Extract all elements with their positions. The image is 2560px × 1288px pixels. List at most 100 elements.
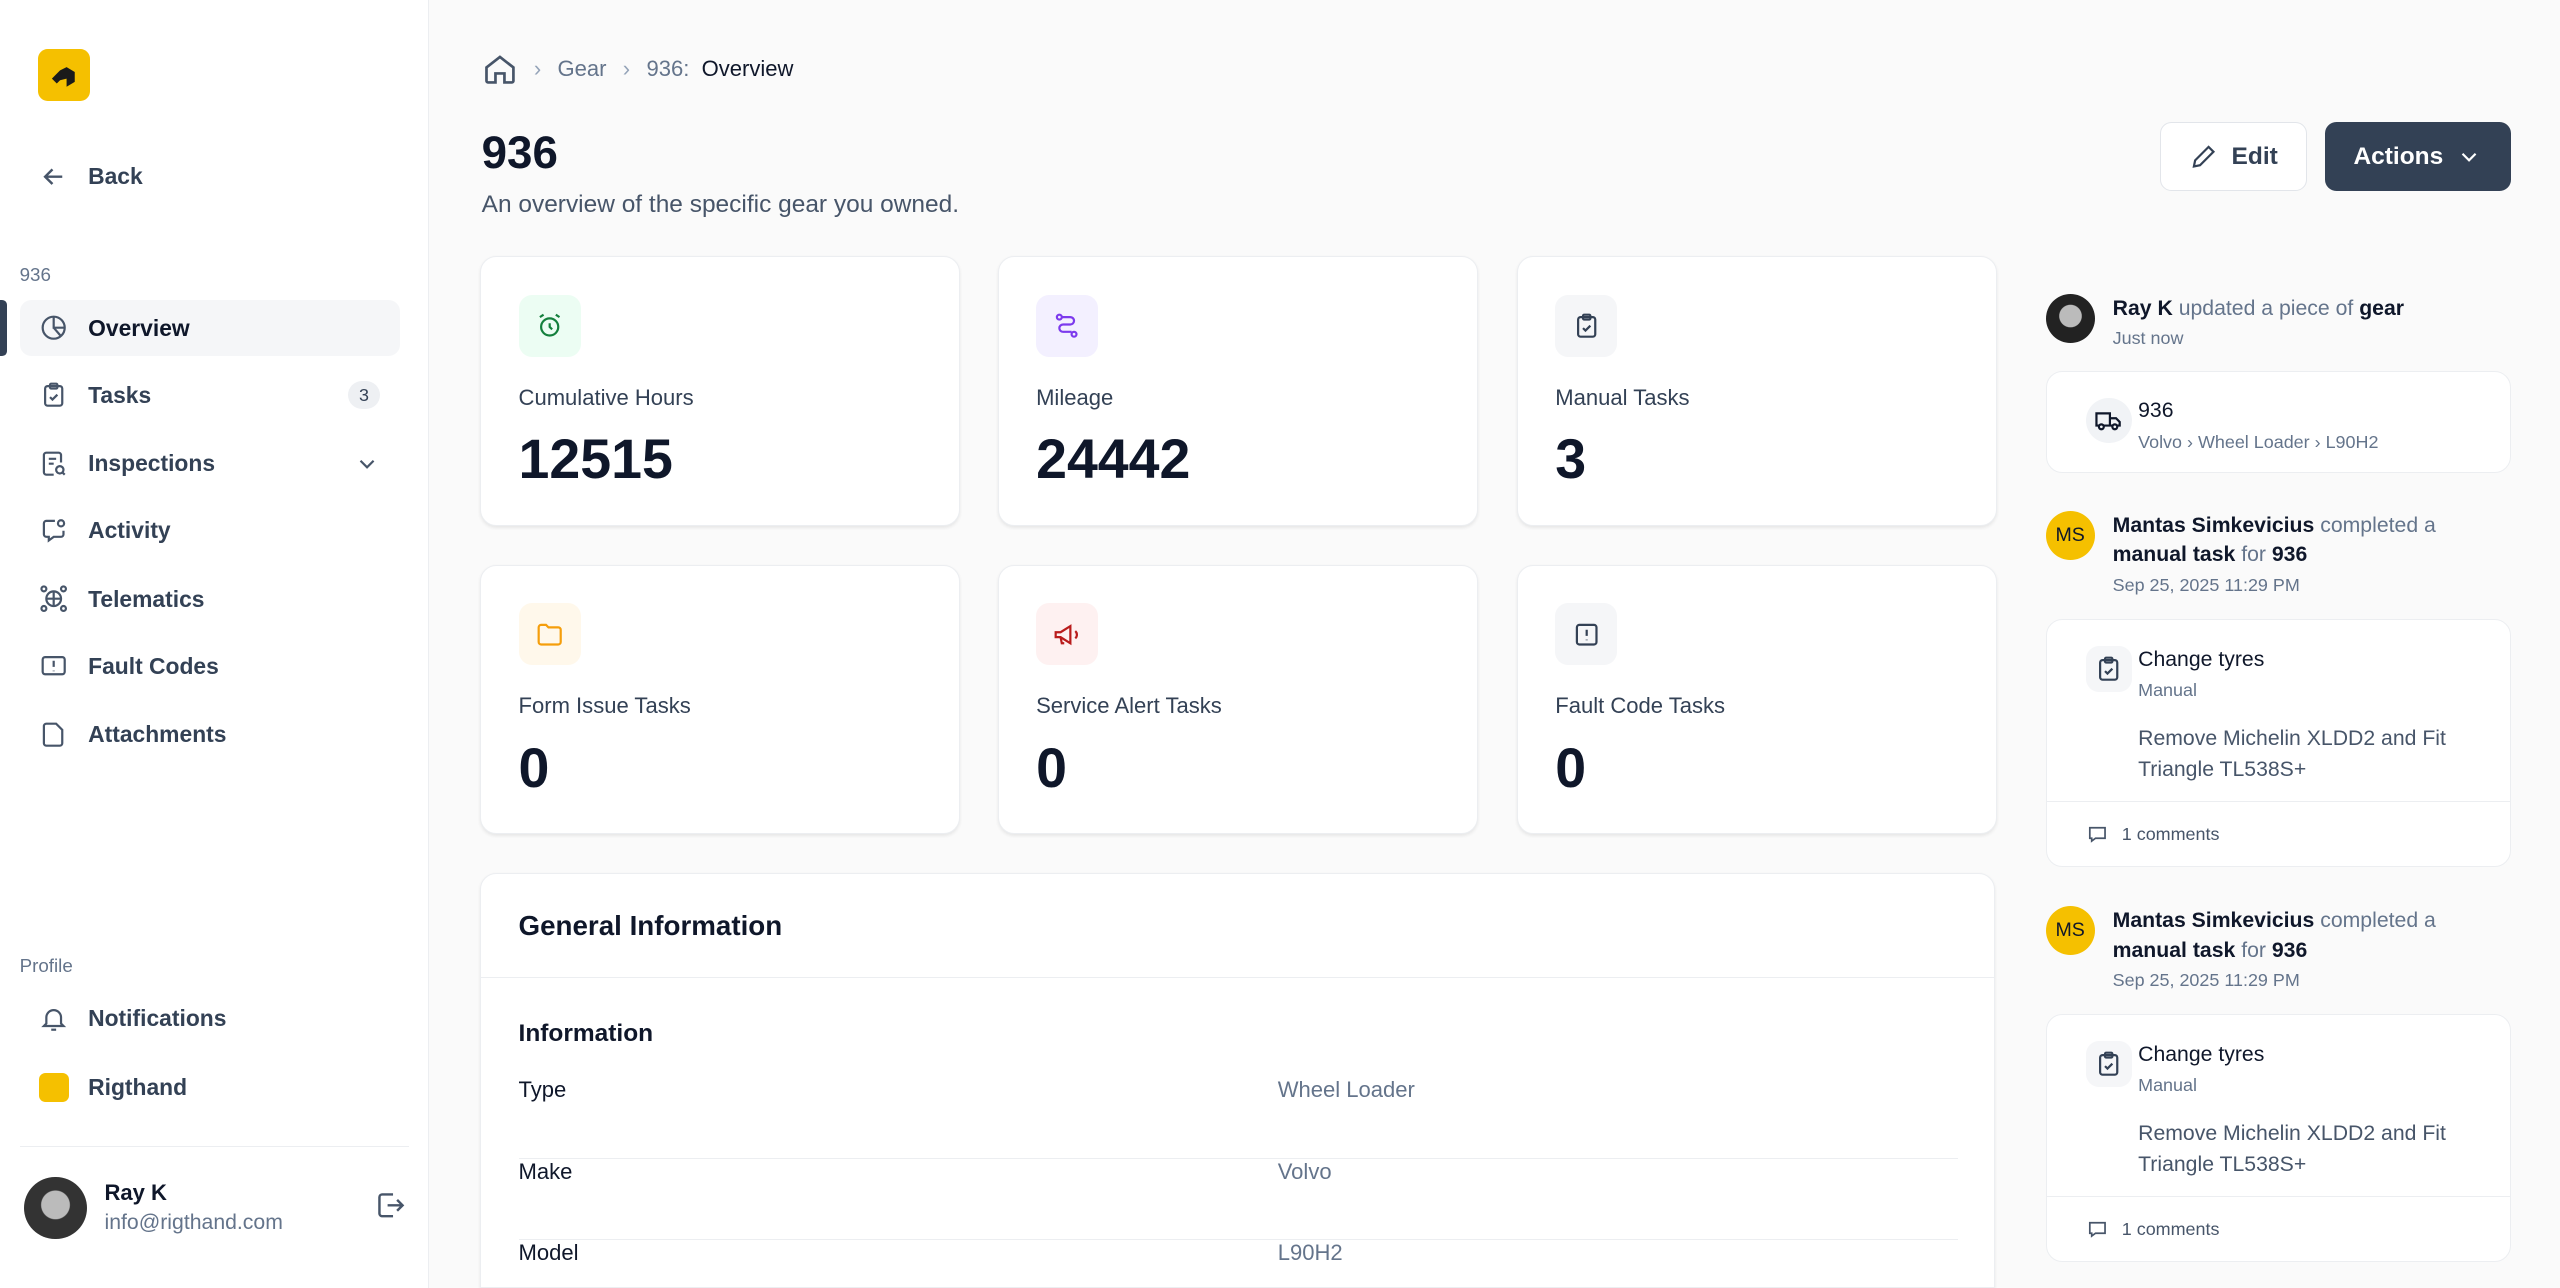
logout-icon[interactable] [374, 1189, 407, 1222]
tasks-count-badge: 3 [347, 381, 381, 409]
sidebar-item-activity[interactable]: Activity [20, 503, 400, 559]
profile-section-label: Profile [19, 955, 73, 977]
task-card[interactable]: Change tyres Manual Remove Michelin XLDD… [2045, 618, 2511, 867]
active-indicator [0, 300, 7, 356]
bell-icon [41, 1009, 67, 1031]
back-label: Back [88, 162, 143, 189]
stat-label: Form Issue Tasks [518, 693, 691, 719]
app-logo[interactable] [37, 48, 90, 102]
alert-square-icon [41, 656, 66, 676]
stat-label: Mileage [1036, 384, 1114, 410]
sidebar-item-tasks[interactable]: Tasks 3 [20, 367, 400, 423]
activity-feed: Ray K updated a piece of gear Just now 9… [2045, 0, 2511, 1288]
nav-label: Attachments [88, 721, 227, 748]
info-row-model: Model L90H2 [519, 1240, 1959, 1282]
nav-label: Fault Codes [88, 652, 219, 679]
feed-time: Sep 25, 2025 11:29 PM [2112, 574, 2300, 595]
stat-card-cumulative-hours[interactable]: Cumulative Hours 12515 [479, 256, 960, 526]
stat-card-fault-code-tasks[interactable]: Fault Code Tasks 0 [1516, 564, 1997, 835]
stat-card-manual-tasks[interactable]: Manual Tasks 3 [1516, 256, 1997, 526]
sidebar-item-organization[interactable]: Rigthand [20, 1060, 400, 1116]
info-key: Type [518, 1076, 567, 1102]
sidebar-item-notifications[interactable]: Notifications [20, 991, 400, 1047]
nav-label: Overview [88, 314, 190, 341]
alert-square-icon [1555, 603, 1618, 666]
file-icon [42, 722, 64, 747]
chevron-down-icon[interactable] [354, 451, 380, 477]
back-button[interactable]: Back [20, 149, 400, 205]
info-value: Wheel Loader [1277, 1076, 1415, 1102]
clipboard-check-icon [2085, 1040, 2132, 1087]
stat-value: 0 [518, 736, 550, 799]
stat-card-mileage[interactable]: Mileage 24442 [997, 256, 1478, 526]
comments-count: 1 comments [2121, 1218, 2220, 1239]
user-name: Ray K [104, 1180, 167, 1206]
card-title: 936 [2138, 399, 2174, 423]
card-title: General Information [518, 910, 783, 942]
task-title: Change tyres [2138, 647, 2265, 671]
route-icon [1036, 294, 1099, 357]
message-activity-icon [42, 519, 66, 543]
info-row-type: Type Wheel Loader [518, 1076, 1959, 1159]
info-value: Volvo [1277, 1158, 1332, 1184]
card-subtitle: Volvo › Wheel Loader › L90H2 [2138, 432, 2379, 453]
truck-icon [2085, 397, 2132, 444]
arrow-left-icon [43, 168, 63, 185]
sidebar-item-fault-codes[interactable]: Fault Codes [20, 638, 400, 694]
breadcrumb-item[interactable]: 936: [646, 56, 689, 81]
breadcrumb-current: Overview [701, 55, 794, 81]
comments-count: 1 comments [2121, 823, 2220, 844]
feed-entry-text: Mantas Simkevicius completed a manual ta… [2112, 909, 2436, 962]
avatar: MS [2045, 511, 2095, 560]
nav-label: Notifications [88, 1005, 227, 1032]
feed-time: Just now [2112, 328, 2184, 349]
comments-link[interactable]: 1 comments [2046, 1196, 2510, 1261]
avatar-initials: MS [2055, 919, 2085, 942]
nav-label: Rigthand [88, 1073, 188, 1100]
task-description: Remove Michelin XLDD2 and Fit Triangle T… [2138, 726, 2446, 781]
sidebar-item-overview[interactable]: Overview [19, 300, 400, 356]
breadcrumb-gear[interactable]: Gear [558, 56, 607, 82]
comment-icon [2088, 826, 2106, 843]
user-avatar [24, 1177, 87, 1240]
user-email: info@rigthand.com [104, 1211, 283, 1235]
feed-time: Sep 25, 2025 11:29 PM [2112, 969, 2300, 990]
nav-label: Telematics [88, 585, 205, 612]
document-search-icon [42, 451, 66, 476]
info-value: L90H2 [1277, 1240, 1343, 1266]
info-row-make: Make Volvo [518, 1158, 1959, 1241]
sidebar-item-attachments[interactable]: Attachments [20, 707, 400, 763]
section-label: 936 [19, 264, 51, 286]
megaphone-icon [1036, 603, 1099, 666]
divider [480, 977, 1995, 978]
gear-card[interactable]: 936 Volvo › Wheel Loader › L90H2 [2045, 370, 2511, 474]
home-icon[interactable] [482, 51, 518, 87]
stat-label: Cumulative Hours [518, 384, 694, 410]
task-card[interactable]: Change tyres Manual Remove Michelin XLDD… [2045, 1013, 2511, 1263]
stat-value: 12515 [518, 428, 673, 491]
clipboard-check-icon [2085, 645, 2132, 692]
folder-icon [518, 603, 581, 666]
network-icon [40, 585, 68, 613]
sidebar: Back 936 Overview Tasks 3 Inspections Act… [0, 0, 430, 1288]
sidebar-item-inspections[interactable]: Inspections [20, 436, 400, 492]
avatar [2045, 293, 2095, 343]
stat-label: Manual Tasks [1555, 384, 1690, 410]
section-title: Information [518, 1019, 654, 1047]
stat-card-service-alert-tasks[interactable]: Service Alert Tasks 0 [997, 564, 1478, 835]
clipboard-check-icon [1555, 294, 1618, 357]
page-title: 936 [481, 127, 558, 179]
main-content: › Gear › 936: Overview 936 An overview o… [431, 0, 2560, 1288]
alarm-clock-icon [518, 294, 581, 357]
stat-card-form-issue-tasks[interactable]: Form Issue Tasks 0 [479, 564, 960, 835]
sidebar-item-telematics[interactable]: Telematics [20, 571, 400, 627]
general-information-card: General Information Information Type Whee… [479, 873, 1996, 1288]
task-type: Manual [2138, 1075, 2197, 1096]
comments-link[interactable]: 1 comments [2046, 800, 2510, 866]
nav-label: Tasks [88, 381, 152, 408]
chevron-right-icon: › [622, 55, 631, 81]
stat-label: Fault Code Tasks [1555, 693, 1726, 719]
org-logo-icon [39, 1072, 69, 1103]
nav-label: Activity [88, 517, 171, 544]
clipboard-check-icon [44, 382, 64, 408]
